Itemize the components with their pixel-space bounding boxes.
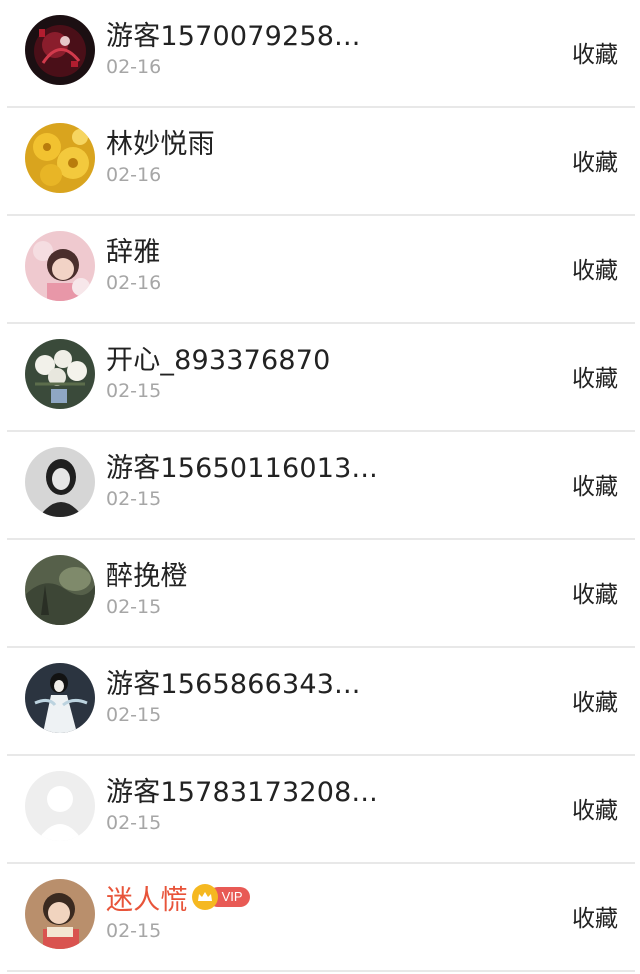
date-label: 02-15 bbox=[106, 596, 162, 618]
collect-button[interactable]: 收藏 bbox=[572, 251, 618, 285]
collect-button[interactable]: 收藏 bbox=[572, 683, 618, 717]
list-item[interactable]: 游客1570079258... 02-16 收藏 bbox=[0, 0, 640, 108]
user-name[interactable]: 林妙悦雨 bbox=[106, 122, 215, 161]
date-label: 02-15 bbox=[106, 704, 162, 726]
user-name[interactable]: 辞雅 bbox=[106, 230, 160, 269]
list-item[interactable]: 开心_893376870 02-15 收藏 bbox=[0, 324, 640, 432]
avatar[interactable] bbox=[25, 123, 95, 193]
collect-button[interactable]: 收藏 bbox=[572, 899, 618, 933]
pink-girl-avatar-icon bbox=[25, 231, 95, 301]
avatar[interactable] bbox=[25, 879, 95, 949]
date-label: 02-15 bbox=[106, 380, 162, 402]
green-landscape-avatar-icon bbox=[25, 555, 95, 625]
date-label: 02-16 bbox=[106, 272, 162, 294]
user-name[interactable]: 游客1565866343... bbox=[106, 662, 361, 701]
user-name[interactable]: 游客1570079258... bbox=[106, 14, 361, 53]
collect-button[interactable]: 收藏 bbox=[572, 143, 618, 177]
list-item[interactable]: 游客15650116013... 02-15 收藏 bbox=[0, 432, 640, 540]
vip-badge: VIP bbox=[191, 884, 250, 910]
avatar[interactable] bbox=[25, 663, 95, 733]
avatar[interactable] bbox=[25, 15, 95, 85]
gray-woman-avatar-icon bbox=[25, 447, 95, 517]
child-reading-avatar-icon bbox=[25, 879, 95, 949]
avatar[interactable] bbox=[25, 555, 95, 625]
avatar[interactable] bbox=[25, 447, 95, 517]
date-label: 02-16 bbox=[106, 56, 162, 78]
crown-icon bbox=[191, 884, 218, 910]
yellow-flowers-avatar-icon bbox=[25, 123, 95, 193]
list-item[interactable]: 迷人慌 VIP 02-15 收藏 bbox=[0, 864, 640, 972]
collect-button[interactable]: 收藏 bbox=[572, 575, 618, 609]
user-name[interactable]: 迷人慌 bbox=[106, 878, 188, 917]
date-label: 02-15 bbox=[106, 488, 162, 510]
date-label: 02-16 bbox=[106, 164, 162, 186]
user-list: 游客1570079258... 02-16 收藏 林妙悦雨 02-16 收藏 辞… bbox=[0, 0, 640, 974]
traditional-costume-avatar-icon bbox=[25, 663, 95, 733]
user-name[interactable]: 醉挽橙 bbox=[106, 554, 188, 593]
list-item[interactable]: 林妙悦雨 02-16 收藏 bbox=[0, 108, 640, 216]
collect-button[interactable]: 收藏 bbox=[572, 467, 618, 501]
avatar[interactable] bbox=[25, 231, 95, 301]
avatar[interactable] bbox=[25, 339, 95, 409]
list-item[interactable]: 醉挽橙 02-15 收藏 bbox=[0, 540, 640, 648]
user-name[interactable]: 游客15783173208... bbox=[106, 770, 378, 809]
date-label: 02-15 bbox=[106, 812, 162, 834]
list-item[interactable]: 游客15783173208... 02-15 收藏 bbox=[0, 756, 640, 864]
user-name[interactable]: 开心_893376870 bbox=[106, 338, 331, 377]
collect-button[interactable]: 收藏 bbox=[572, 35, 618, 69]
collect-button[interactable]: 收藏 bbox=[572, 359, 618, 393]
collect-button[interactable]: 收藏 bbox=[572, 791, 618, 825]
default-user-avatar-icon bbox=[25, 771, 95, 841]
white-flowers-avatar-icon bbox=[25, 339, 95, 409]
list-item[interactable]: 辞雅 02-16 收藏 bbox=[0, 216, 640, 324]
list-item[interactable]: 游客1565866343... 02-15 收藏 bbox=[0, 648, 640, 756]
dark-red-art-avatar-icon bbox=[25, 15, 95, 85]
avatar[interactable] bbox=[25, 771, 95, 841]
user-name[interactable]: 游客15650116013... bbox=[106, 446, 378, 485]
date-label: 02-15 bbox=[106, 920, 162, 942]
